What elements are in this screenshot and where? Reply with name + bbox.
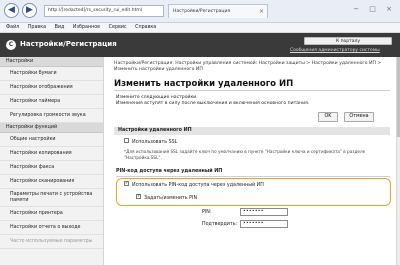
arrow-left-icon: ◀	[8, 5, 15, 15]
section-title: Настройки удаленного ИП	[114, 127, 390, 135]
use-ssl-checkbox[interactable]	[124, 138, 129, 143]
sidebar-section-settings: Настройки	[0, 57, 103, 67]
browser-menubar: Файл Правка Вид Избранное Сервис Справка	[0, 23, 400, 33]
title-divider	[114, 90, 390, 91]
cancel-button[interactable]: Отмена	[344, 112, 374, 122]
sidebar-item-volume[interactable]: Регулировка громкости звука	[0, 109, 103, 123]
confirm-pin-field[interactable]: •••••••	[240, 220, 288, 228]
use-pin-row[interactable]: ✓ Использовать PIN-код доступа через удал…	[124, 181, 264, 188]
menu-edit[interactable]: Правка	[28, 25, 46, 30]
use-pin-checkbox[interactable]: ✓	[124, 181, 129, 186]
main-content: Настройки/Регистрация: Настройки управле…	[104, 57, 396, 265]
ssl-note: *Для использования SSL задайте ключ по у…	[124, 149, 366, 160]
use-pin-label: Использовать PIN-код доступа через удале…	[132, 183, 264, 188]
pin-label: PIN:	[202, 210, 212, 215]
pin-field[interactable]: •••••••	[240, 208, 288, 216]
browser-tab[interactable]: Настройки/Регистрация ×	[168, 4, 268, 18]
sidebar-item-frequent[interactable]: Часто используемые параметры	[0, 235, 103, 249]
sidebar-item-copy[interactable]: Настройки копирования	[0, 147, 103, 161]
set-pin-checkbox[interactable]: ✓	[136, 194, 141, 199]
browser-titlebar: ◀ ▶ http://[redacted]/rs_security_rui_ed…	[0, 0, 400, 23]
admin-messages-link[interactable]: Сообщения администратору системы	[290, 48, 380, 53]
page-title: Изменить настройки удаленного ИП	[114, 79, 294, 89]
sidebar-item-timer[interactable]: Настройки таймера	[0, 95, 103, 109]
pin-section-title: PIN-код доступа через удаленный ИП	[116, 169, 223, 174]
set-pin-row[interactable]: ✓ Задать/изменить PIN	[136, 194, 198, 201]
breadcrumb: Настройки/Регистрация: Настройки управле…	[114, 61, 382, 72]
arrow-right-icon: ▶	[26, 5, 33, 15]
address-bar[interactable]: http://[redacted]/rs_security_rui_edit.h…	[44, 5, 164, 17]
menu-view[interactable]: Вид	[55, 25, 65, 30]
scrollbar[interactable]	[396, 57, 400, 265]
app-header: C Настройки/Регистрация К порталу Сообще…	[0, 33, 400, 57]
canon-logo-icon: C	[6, 40, 16, 50]
menu-favorites[interactable]: Избранное	[73, 25, 100, 30]
forward-button[interactable]: ▶	[22, 3, 37, 18]
sidebar-item-fax[interactable]: Настройки факса	[0, 161, 103, 175]
sidebar-item-memory-print[interactable]: Параметры печати с устройства памяти	[0, 189, 103, 207]
portal-button[interactable]: К порталу	[304, 37, 392, 45]
confirm-label: Подтвердить:	[202, 222, 238, 227]
ok-button[interactable]: OK	[318, 112, 338, 122]
back-button[interactable]: ◀	[4, 3, 19, 18]
sidebar-item-scan[interactable]: Настройки сканирования	[0, 175, 103, 189]
app-title: Настройки/Регистрация	[20, 40, 117, 48]
sidebar-section-functions: Настройки функций	[0, 123, 103, 133]
sidebar-item-general[interactable]: Общие настройки	[0, 133, 103, 147]
instruction-line: Изменения вступят в силу после выключени…	[116, 101, 310, 106]
sidebar-item-printer[interactable]: Настройки принтера	[0, 207, 103, 221]
set-pin-label: Задать/изменить PIN	[144, 196, 198, 201]
menu-help[interactable]: Справка	[135, 25, 156, 30]
sidebar-item-paper[interactable]: Настройки бумаги	[0, 67, 103, 81]
use-ssl-label: Использовать SSL	[132, 140, 178, 145]
sidebar-item-display[interactable]: Настройки отображения	[0, 81, 103, 95]
pin-section-divider	[116, 176, 390, 177]
menu-file[interactable]: Файл	[6, 25, 19, 30]
sidebar-item-output-report[interactable]: Настройки отчета о выходе	[0, 221, 103, 235]
use-ssl-row[interactable]: Использовать SSL	[124, 138, 178, 145]
close-tab-icon[interactable]: ×	[259, 5, 264, 18]
sidebar: Настройки Настройки бумаги Настройки ото…	[0, 57, 104, 265]
menu-tools[interactable]: Сервис	[109, 25, 127, 30]
window-controls[interactable]: − □ ×	[353, 5, 396, 13]
tab-title: Настройки/Регистрация	[173, 9, 231, 14]
instructions: Измените следующие настройки. Изменения …	[116, 95, 309, 107]
